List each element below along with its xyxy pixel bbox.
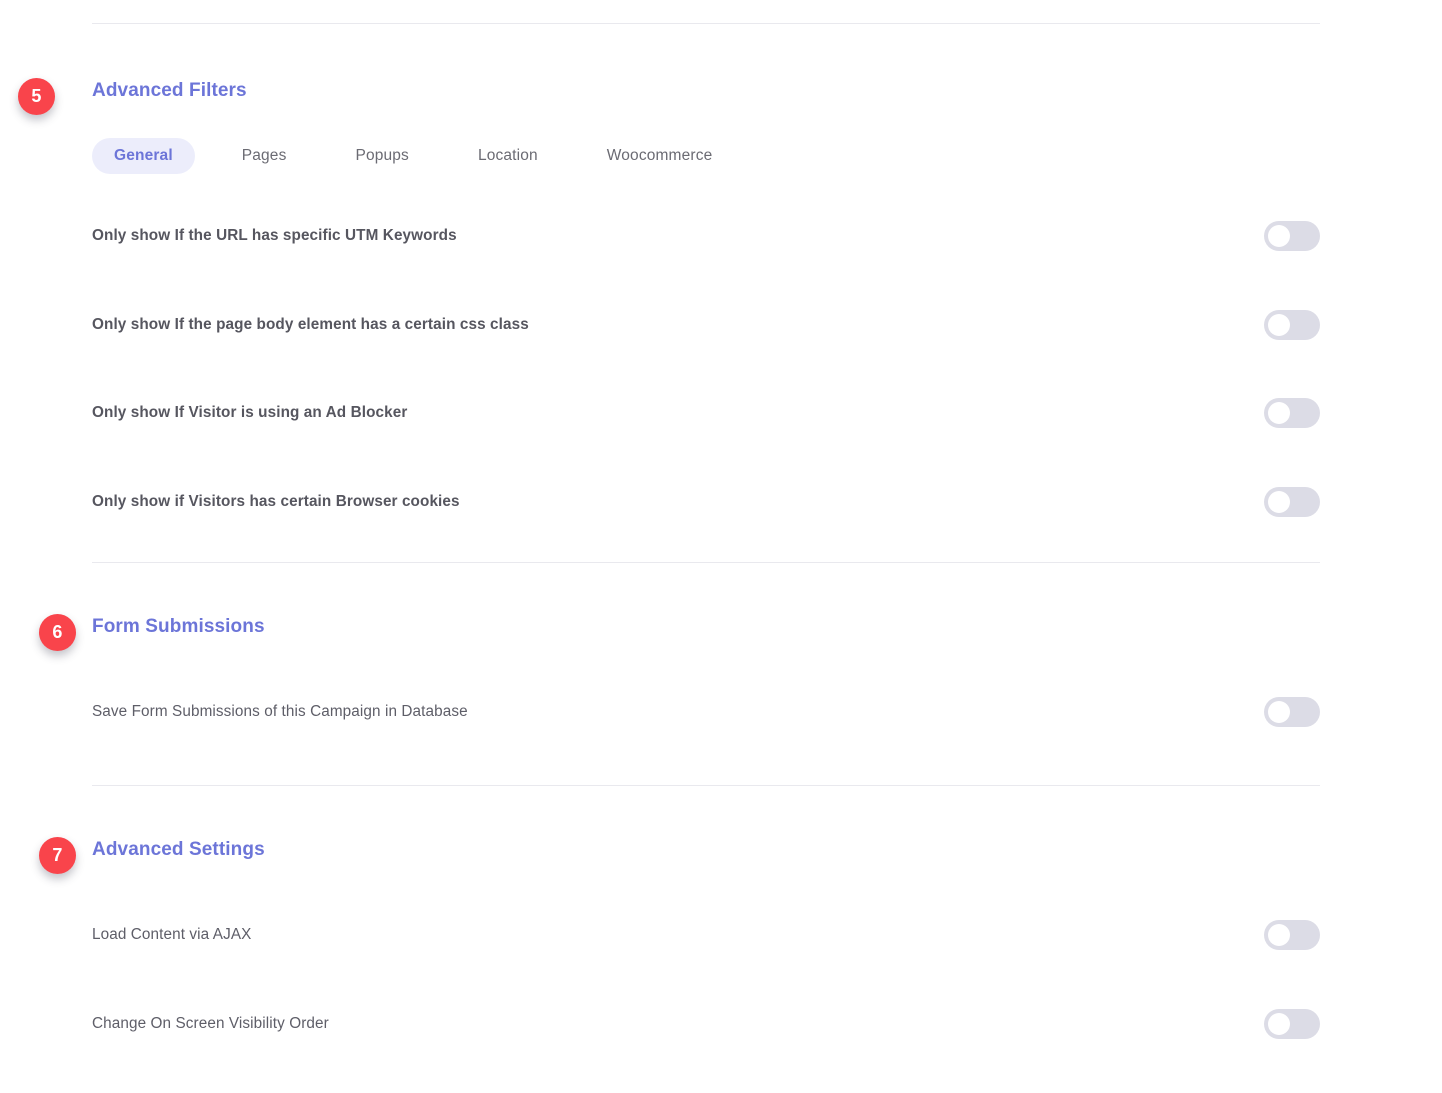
section-form-submissions: 6 Form Submissions Save Form Submissions… — [0, 598, 1442, 728]
divider-after-form-submissions — [92, 785, 1320, 786]
tab-woocommerce[interactable]: Woocommerce — [585, 138, 735, 174]
toggle-css-class[interactable] — [1264, 309, 1320, 340]
setting-row: Only show If the page body element has a… — [0, 281, 1442, 370]
section-advanced-settings: 7 Advanced Settings Load Content via AJA… — [0, 821, 1442, 1039]
setting-label-save-form-submissions: Save Form Submissions of this Campaign i… — [92, 703, 468, 721]
section-title-form-submissions: Form Submissions — [92, 616, 265, 637]
step-badge-6: 6 — [39, 614, 76, 651]
toggle-knob — [1268, 924, 1290, 947]
setting-row: Save Form Submissions of this Campaign i… — [0, 668, 1442, 757]
toggle-knob — [1268, 490, 1290, 513]
setting-row: Only show if Visitors has certain Browse… — [0, 458, 1442, 547]
setting-label-load-content-ajax: Load Content via AJAX — [92, 926, 252, 944]
section-header-form-submissions: 6 Form Submissions — [0, 598, 1442, 651]
toggle-knob — [1268, 701, 1290, 724]
toggle-browser-cookies[interactable] — [1264, 486, 1320, 517]
tab-general[interactable]: General — [92, 138, 195, 174]
setting-label-ad-blocker: Only show If Visitor is using an Ad Bloc… — [92, 404, 408, 422]
section-title-advanced-settings: Advanced Settings — [92, 839, 265, 860]
section-title-advanced-filters: Advanced Filters — [92, 80, 247, 101]
setting-row: Only show If the URL has specific UTM Ke… — [0, 192, 1442, 281]
toggle-knob — [1268, 225, 1290, 248]
setting-label-browser-cookies: Only show if Visitors has certain Browse… — [92, 492, 460, 510]
setting-row: Change On Screen Visibility Order — [0, 980, 1442, 1069]
toggle-visibility-order[interactable] — [1264, 1008, 1320, 1039]
toggle-ad-blocker[interactable] — [1264, 398, 1320, 429]
tab-pages[interactable]: Pages — [220, 138, 309, 174]
setting-label-visibility-order: Change On Screen Visibility Order — [92, 1014, 329, 1032]
tab-popups[interactable]: Popups — [333, 138, 430, 174]
setting-row: Load Content via AJAX — [0, 891, 1442, 980]
form-submissions-rows: Save Form Submissions of this Campaign i… — [0, 668, 1442, 757]
section-header-advanced-settings: 7 Advanced Settings — [0, 821, 1442, 874]
toggle-save-form-submissions[interactable] — [1264, 697, 1320, 728]
filter-tabs: General Pages Popups Location Woocommerc… — [92, 138, 734, 174]
advanced-filters-rows: Only show If the URL has specific UTM Ke… — [0, 192, 1442, 546]
settings-page: 5 Advanced Filters General Pages Popups … — [0, 0, 1442, 1093]
section-header-advanced-filters: 5 Advanced Filters — [0, 62, 1442, 115]
section-advanced-filters: 5 Advanced Filters General Pages Popups … — [0, 62, 1442, 517]
step-badge-5: 5 — [18, 78, 55, 115]
tab-location[interactable]: Location — [456, 138, 560, 174]
divider-top — [92, 23, 1320, 24]
advanced-settings-rows: Load Content via AJAX Change On Screen V… — [0, 891, 1442, 1068]
toggle-knob — [1268, 1012, 1290, 1035]
step-badge-7: 7 — [39, 837, 76, 874]
toggle-knob — [1268, 313, 1290, 336]
toggle-knob — [1268, 402, 1290, 425]
divider-after-filters — [92, 562, 1320, 563]
setting-row: Only show If Visitor is using an Ad Bloc… — [0, 369, 1442, 458]
setting-label-utm-keywords: Only show If the URL has specific UTM Ke… — [92, 227, 457, 245]
toggle-load-content-ajax[interactable] — [1264, 920, 1320, 951]
toggle-utm-keywords[interactable] — [1264, 221, 1320, 252]
setting-label-css-class: Only show If the page body element has a… — [92, 315, 529, 333]
